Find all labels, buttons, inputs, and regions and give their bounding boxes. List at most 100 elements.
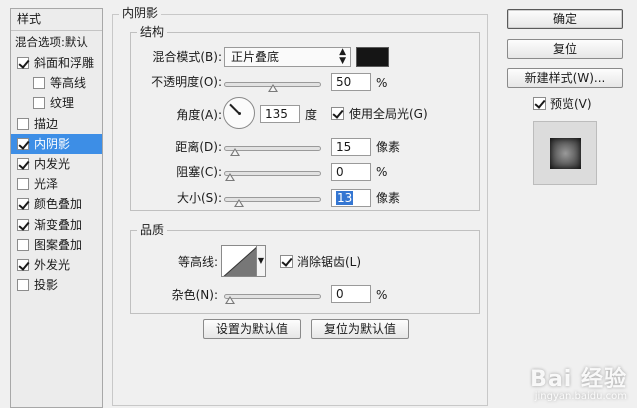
watermark-url: jingyan.baidu.com xyxy=(534,391,627,402)
linear-contour-icon xyxy=(223,247,256,276)
style-item-checkbox[interactable] xyxy=(17,218,29,231)
style-item-checkbox[interactable] xyxy=(17,158,29,170)
style-item-label: 图案叠加 xyxy=(34,237,83,252)
style-item[interactable]: 纹理 xyxy=(11,93,102,113)
anti-alias-checkbox[interactable] xyxy=(280,255,293,268)
reset-button[interactable]: 复位 xyxy=(507,39,623,59)
style-item[interactable]: 图案叠加 xyxy=(11,235,102,255)
quality-title: 品质 xyxy=(137,223,168,237)
size-unit: 像素 xyxy=(376,191,401,205)
ok-button[interactable]: 确定 xyxy=(507,9,623,29)
style-item-label: 纹理 xyxy=(50,96,75,111)
style-item-label: 斜面和浮雕 xyxy=(34,56,95,70)
preview-checkbox[interactable] xyxy=(533,97,546,110)
inner-shadow-title: 内阴影 xyxy=(119,6,162,20)
style-item[interactable]: 内发光 xyxy=(11,154,102,174)
noise-label: 杂色(N): xyxy=(171,288,218,302)
opacity-unit: % xyxy=(376,76,388,90)
size-label: 大小(S): xyxy=(176,191,222,205)
style-item[interactable]: 斜面和浮雕 xyxy=(11,53,102,73)
styles-header: 样式 xyxy=(11,9,102,31)
use-global-light-checkbox[interactable] xyxy=(331,107,344,120)
size-input[interactable]: 13 xyxy=(331,189,371,207)
style-item-checkbox[interactable] xyxy=(17,238,29,251)
opacity-slider[interactable] xyxy=(224,79,321,92)
shadow-color-swatch[interactable] xyxy=(356,47,389,67)
angle-input[interactable]: 135 xyxy=(260,105,300,123)
preview-label: 预览(V) xyxy=(550,97,592,111)
choke-slider[interactable] xyxy=(224,168,321,181)
select-arrows-icon: ▲ ▼ xyxy=(339,47,346,66)
contour-label: 等高线: xyxy=(177,255,218,269)
noise-unit: % xyxy=(376,288,388,302)
distance-slider-thumb[interactable] xyxy=(230,148,241,156)
size-slider[interactable] xyxy=(224,194,321,207)
choke-slider-track xyxy=(224,171,321,176)
watermark-brand: Bai 经验 xyxy=(530,367,627,392)
noise-slider[interactable] xyxy=(224,291,321,304)
angle-dial-center xyxy=(238,112,241,115)
style-item-label: 光泽 xyxy=(34,177,59,192)
blend-mode-value: 正片叠底 xyxy=(231,50,280,64)
style-item-checkbox[interactable] xyxy=(33,97,45,110)
distance-unit: 像素 xyxy=(376,140,401,154)
style-item-checkbox[interactable] xyxy=(17,198,29,211)
style-item-label: 描边 xyxy=(34,116,59,131)
style-item-checkbox[interactable] xyxy=(33,77,45,90)
styles-list-panel: 样式 混合选项:默认 斜面和浮雕等高线纹理描边内阴影内发光光泽颜色叠加渐变叠加图… xyxy=(10,8,103,408)
style-item[interactable]: 投影 xyxy=(11,275,102,295)
opacity-label: 不透明度(O): xyxy=(151,75,222,89)
new-style-button[interactable]: 新建样式(W)... xyxy=(507,68,623,88)
contour-picker[interactable] xyxy=(221,245,257,277)
angle-label: 角度(A): xyxy=(176,108,222,122)
preview-swatch xyxy=(550,138,581,169)
distance-input[interactable]: 15 xyxy=(331,138,371,156)
style-item[interactable]: 等高线 xyxy=(11,73,102,93)
noise-slider-thumb[interactable] xyxy=(225,296,235,304)
angle-unit: 度 xyxy=(305,108,318,122)
style-item[interactable]: 描边 xyxy=(11,114,102,134)
style-item[interactable]: 外发光 xyxy=(11,255,102,275)
angle-dial[interactable] xyxy=(223,97,255,129)
blend-mode-select[interactable]: 正片叠底 ▲ ▼ xyxy=(224,47,351,67)
anti-alias-label: 消除锯齿(L) xyxy=(297,255,362,269)
structure-title: 结构 xyxy=(137,25,168,39)
distance-label: 距离(D): xyxy=(175,140,222,154)
reset-to-default-button[interactable]: 复位为默认值 xyxy=(311,319,409,339)
set-as-default-button[interactable]: 设置为默认值 xyxy=(203,319,301,339)
style-item[interactable]: 颜色叠加 xyxy=(11,194,102,214)
style-item[interactable]: 渐变叠加 xyxy=(11,215,102,235)
style-item[interactable]: 内阴影 xyxy=(11,133,102,154)
size-slider-thumb[interactable] xyxy=(233,199,244,207)
blend-options-item[interactable]: 混合选项:默认 xyxy=(11,32,102,52)
style-item-checkbox[interactable] xyxy=(17,279,29,292)
opacity-slider-thumb[interactable] xyxy=(267,84,278,92)
choke-input[interactable]: 0 xyxy=(331,163,371,181)
style-item-label: 等高线 xyxy=(50,76,87,91)
style-item[interactable]: 光泽 xyxy=(11,174,102,194)
style-item-label: 内发光 xyxy=(34,157,71,171)
opacity-input[interactable]: 50 xyxy=(331,73,371,91)
style-item-checkbox[interactable] xyxy=(17,117,29,130)
style-item-checkbox[interactable] xyxy=(17,259,29,271)
style-item-label: 投影 xyxy=(34,278,59,293)
style-item-label: 内阴影 xyxy=(34,136,71,151)
choke-label: 阻塞(C): xyxy=(176,165,222,179)
noise-input[interactable]: 0 xyxy=(331,285,371,303)
blend-options-label: 混合选项:默认 xyxy=(15,35,88,49)
style-item-checkbox[interactable] xyxy=(17,57,29,69)
style-item-label: 外发光 xyxy=(34,258,71,272)
style-item-checkbox[interactable] xyxy=(17,178,29,191)
contour-dropdown-arrow-icon[interactable]: ▼ xyxy=(257,245,266,277)
style-preview-thumbnail xyxy=(533,121,597,185)
noise-slider-track xyxy=(224,294,321,299)
blend-mode-label: 混合模式(B): xyxy=(152,50,222,64)
style-item-label: 渐变叠加 xyxy=(34,217,83,232)
baidu-jingyan-watermark: Bai 经验 jingyan.baidu.com xyxy=(530,361,627,402)
distance-slider[interactable] xyxy=(224,143,321,156)
choke-slider-thumb[interactable] xyxy=(225,173,235,181)
style-item-checkbox[interactable] xyxy=(17,137,29,150)
use-global-light-label: 使用全局光(G) xyxy=(349,107,428,121)
style-item-label: 颜色叠加 xyxy=(34,197,83,212)
choke-unit: % xyxy=(376,165,388,179)
